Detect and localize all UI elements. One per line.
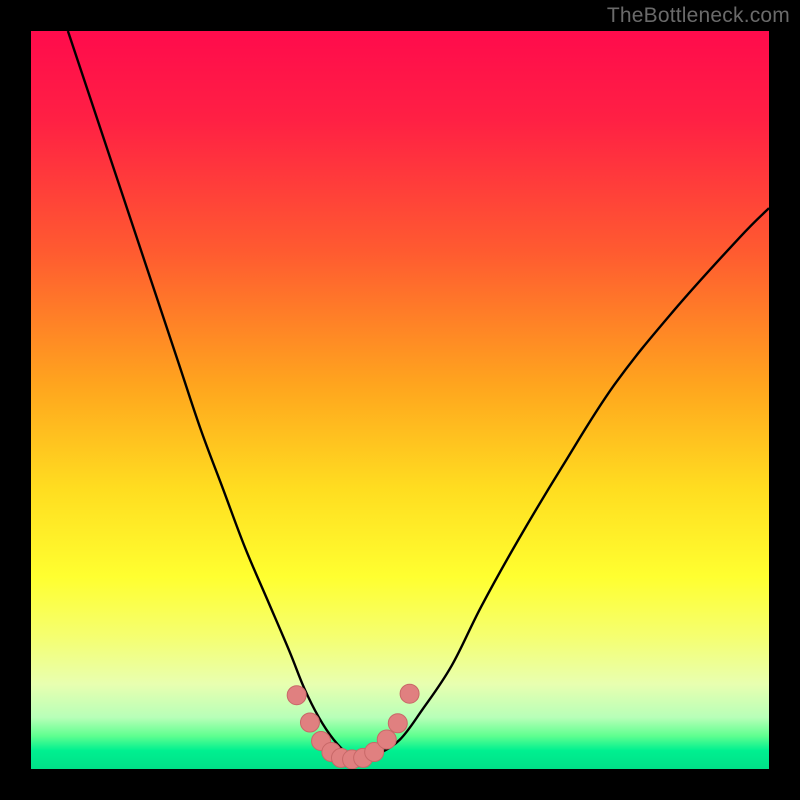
highlight-dot — [377, 730, 396, 749]
plot-background — [31, 31, 769, 769]
chart-frame: TheBottleneck.com — [0, 0, 800, 800]
highlight-dot — [400, 684, 419, 703]
watermark-text: TheBottleneck.com — [607, 4, 790, 28]
highlight-dot — [300, 713, 319, 732]
highlight-dot — [287, 686, 306, 705]
highlight-dot — [388, 714, 407, 733]
bottleneck-chart — [0, 0, 800, 800]
